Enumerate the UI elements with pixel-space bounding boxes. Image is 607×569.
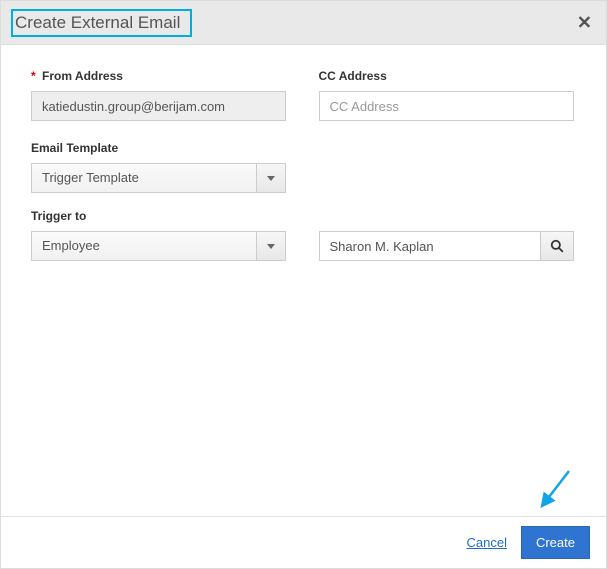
- from-address-label: * From Address: [31, 69, 289, 83]
- required-indicator: *: [31, 69, 36, 83]
- dialog-header: Create External Email ✕: [1, 1, 606, 45]
- search-button[interactable]: [540, 231, 574, 261]
- cc-address-field: CC Address: [319, 69, 577, 121]
- trigger-to-select[interactable]: Employee: [31, 231, 286, 261]
- dialog-body: * From Address CC Address Email Template…: [1, 45, 606, 287]
- cc-address-label: CC Address: [319, 69, 577, 83]
- from-address-input[interactable]: [31, 91, 286, 121]
- arrow-annotation: [524, 466, 574, 516]
- from-address-field: * From Address: [31, 69, 289, 121]
- dialog-title: Create External Email: [11, 9, 192, 37]
- dialog-footer: Cancel Create: [1, 516, 606, 568]
- email-template-label: Email Template: [31, 141, 576, 155]
- email-template-field: Email Template Trigger Template: [31, 141, 576, 193]
- trigger-to-label: Trigger to: [31, 209, 576, 223]
- close-icon[interactable]: ✕: [577, 12, 592, 33]
- chevron-down-icon[interactable]: [256, 231, 286, 261]
- cc-address-input[interactable]: [319, 91, 574, 121]
- cancel-button[interactable]: Cancel: [467, 535, 507, 550]
- email-template-select[interactable]: Trigger Template: [31, 163, 286, 193]
- create-button[interactable]: Create: [521, 526, 590, 559]
- email-template-value: Trigger Template: [31, 163, 257, 193]
- search-icon: [550, 239, 564, 253]
- chevron-down-icon[interactable]: [256, 163, 286, 193]
- trigger-to-field: Trigger to Employee: [31, 209, 576, 261]
- create-external-email-dialog: Create External Email ✕ * From Address C…: [0, 0, 607, 569]
- trigger-to-lookup-input[interactable]: [319, 231, 541, 261]
- trigger-to-lookup: [319, 231, 574, 261]
- trigger-to-value: Employee: [31, 231, 257, 261]
